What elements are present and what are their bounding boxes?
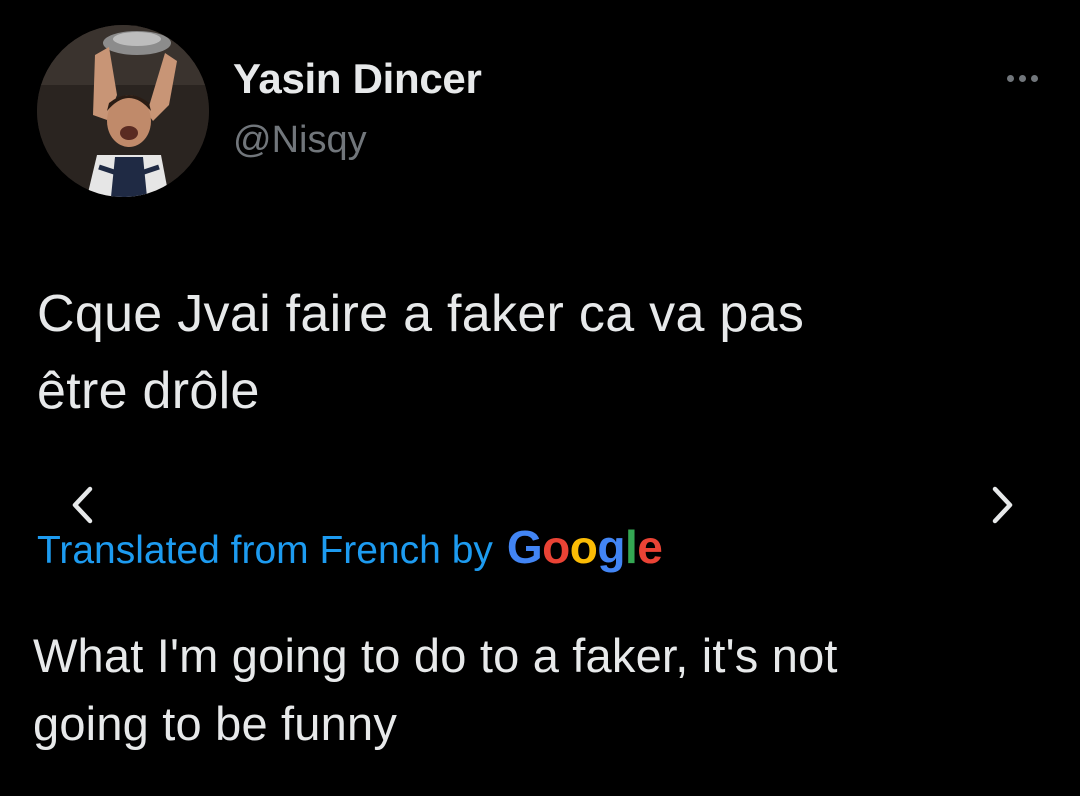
more-dots-icon xyxy=(1018,74,1026,82)
more-dots-icon xyxy=(1030,74,1038,82)
translation-attribution: Translated from French by Google xyxy=(37,520,663,574)
google-logo-letter: l xyxy=(625,521,638,573)
google-logo-letter: g xyxy=(597,521,625,573)
more-options-button[interactable] xyxy=(996,64,1048,92)
translated-text-line: going to be funny xyxy=(33,697,398,750)
google-logo-letter: e xyxy=(637,521,663,573)
chevron-right-icon xyxy=(992,486,1013,524)
translated-from-link[interactable]: Translated from French by xyxy=(37,529,493,573)
more-dots-icon xyxy=(1006,74,1014,82)
tweet-text-line: être drôle xyxy=(37,362,260,420)
tweet-text-line: Cque Jvai faire a faker ca va pas xyxy=(37,285,805,343)
google-logo-letter: G xyxy=(506,521,543,573)
avatar-photo xyxy=(37,25,209,197)
tweet-text: Cque Jvai faire a faker ca va pas être d… xyxy=(37,276,1047,430)
author-display-name[interactable]: Yasin Dincer xyxy=(233,55,482,103)
next-button[interactable] xyxy=(981,484,1021,526)
google-logo-letter: o xyxy=(542,521,570,573)
author-handle[interactable]: @Nisqy xyxy=(233,119,367,162)
google-logo-letter: o xyxy=(569,521,598,573)
translated-text-line: What I'm going to do to a faker, it's no… xyxy=(33,629,838,682)
avatar[interactable] xyxy=(37,25,209,197)
translated-text: What I'm going to do to a faker, it's no… xyxy=(33,622,1043,758)
google-logo: Google xyxy=(506,520,663,574)
